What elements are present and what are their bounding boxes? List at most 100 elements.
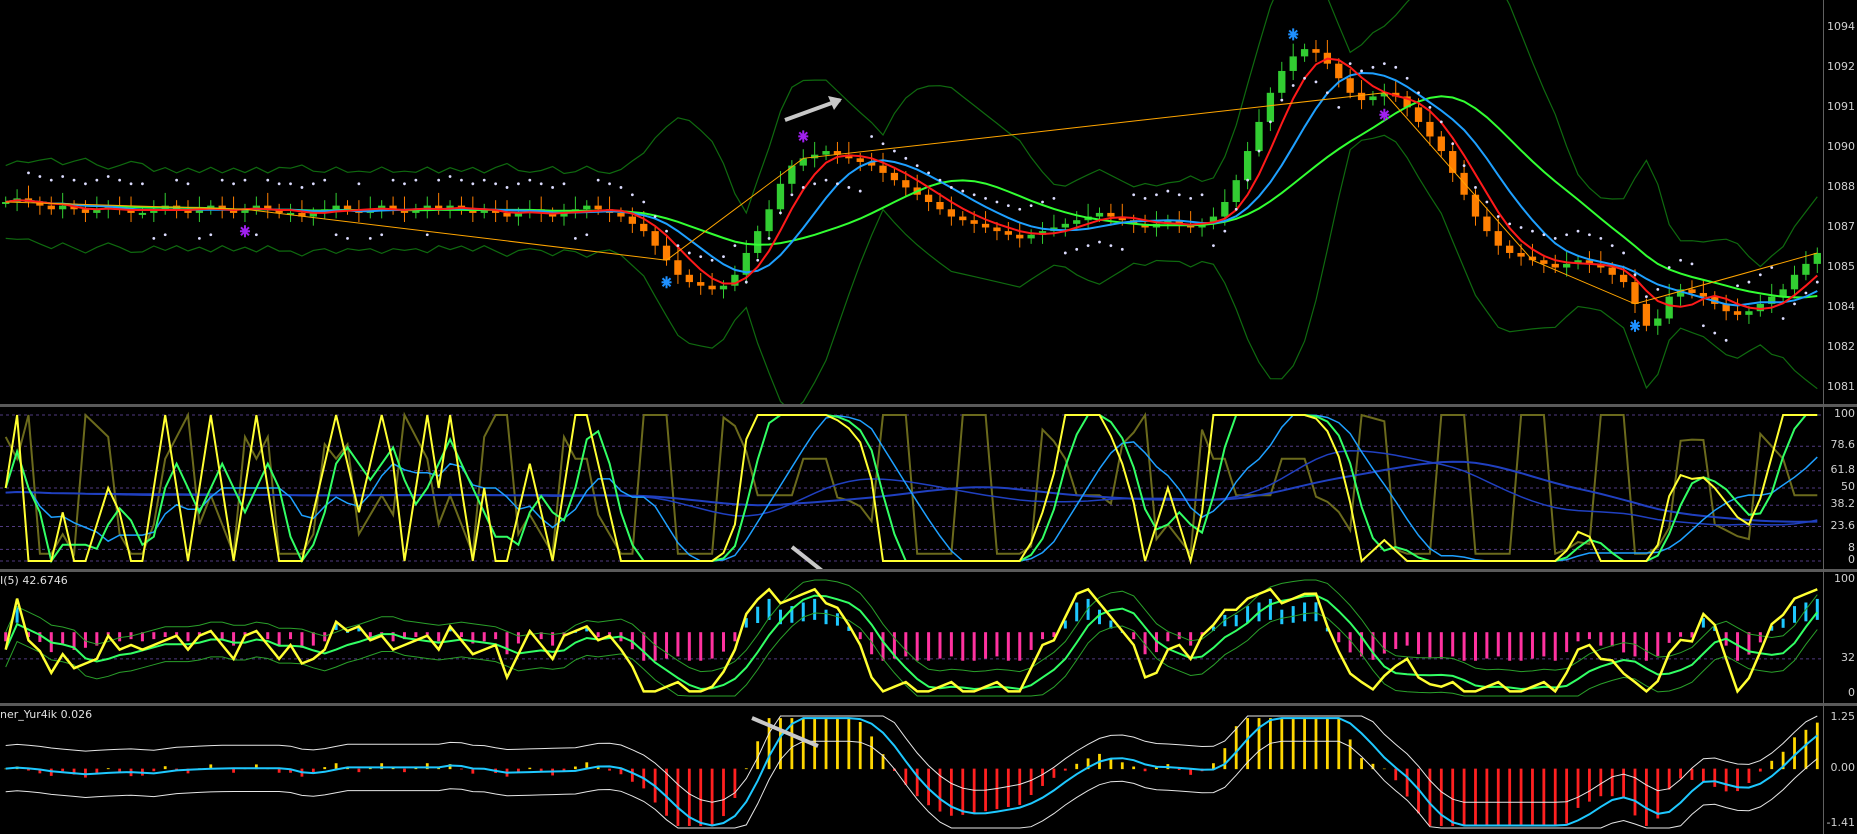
oscillator-pane[interactable]: ner_Yur4ik 0.026 1.25 0.00 -1.41	[0, 706, 1857, 834]
psar-dot	[562, 182, 566, 186]
psar-dot	[927, 171, 930, 175]
candle-body	[1300, 49, 1309, 57]
oscillator-histogram-bar	[1667, 768, 1671, 790]
oscillator-histogram-bar	[1143, 768, 1147, 772]
psar-dot	[311, 182, 315, 186]
rsi-histogram-bar	[1644, 632, 1648, 661]
psar-dot	[277, 182, 281, 186]
rsi-histogram-bar	[1804, 602, 1808, 622]
psar-dot	[676, 244, 680, 248]
psar-dot	[1531, 229, 1534, 233]
rsi-histogram-bar	[1576, 632, 1580, 642]
rsi-histogram-bar	[642, 632, 646, 661]
candle-body	[1562, 263, 1571, 268]
rsi-histogram-bar	[1280, 609, 1284, 625]
price-axis-tick: 1082	[1827, 340, 1855, 353]
psar-dot	[608, 182, 611, 186]
rsi-histogram-bar	[1781, 618, 1785, 628]
oscillator-histogram-bar	[1576, 768, 1580, 808]
candle-body	[799, 158, 807, 166]
psar-dot	[1223, 229, 1227, 233]
rsi-axis-tick: 100	[1834, 572, 1855, 585]
oscillator-histogram-bar	[961, 768, 965, 815]
rsi-histogram-bar	[289, 632, 293, 640]
rsi-histogram-bar	[277, 632, 281, 646]
candle-body	[1312, 49, 1320, 53]
rsi-histogram-bar	[1041, 632, 1045, 640]
oscillator-histogram-bar	[152, 768, 156, 772]
stoch-axis-tick: 61.8	[1830, 462, 1856, 476]
rsi-histogram-bar	[1667, 632, 1671, 643]
oscillator-histogram-bar	[1565, 768, 1569, 824]
psar-dot	[1576, 229, 1580, 233]
oscillator-upper-band-line	[5, 715, 1818, 803]
candle-body	[1266, 92, 1275, 122]
fractal-arrow-icon	[798, 130, 809, 143]
oscillator-histogram-bar	[972, 768, 976, 814]
oscillator-histogram-bar	[323, 767, 327, 770]
psar-dot	[209, 233, 213, 237]
psar-dot	[1006, 204, 1010, 208]
psar-dot	[938, 178, 942, 182]
rsi-histogram-bar	[1679, 632, 1683, 637]
lower-band-line	[5, 134, 1818, 404]
osc-axis-tick: 0.00	[1830, 760, 1856, 774]
annotation-arrow-icon	[790, 545, 824, 569]
oscillator-chart	[4, 715, 1819, 829]
oscillator-histogram-bar	[1679, 768, 1682, 779]
rsi-histogram-bar	[1268, 598, 1272, 620]
candle-body	[981, 223, 990, 228]
oscillator-histogram-bar	[403, 768, 406, 773]
psar-dot	[460, 178, 463, 182]
rsi-histogram-bar	[653, 632, 657, 661]
candle-body	[1631, 282, 1639, 304]
oscillator-histogram-bar	[1018, 768, 1022, 805]
oscillator-histogram-bar	[573, 766, 577, 770]
psar-dot	[141, 182, 144, 186]
psar-dot	[893, 149, 896, 153]
oscillator-histogram-bar	[1542, 768, 1546, 826]
oscillator-histogram-bar	[1325, 718, 1329, 770]
candle-body	[332, 205, 340, 210]
candle-body	[1414, 107, 1423, 122]
psar-dot	[391, 178, 395, 182]
psar-dot	[403, 182, 406, 186]
psar-dot	[1246, 178, 1250, 182]
candle-body	[1232, 180, 1240, 202]
stochastic-chart	[0, 411, 1823, 569]
psar-dot	[243, 178, 247, 182]
price-axis-tick: 1088	[1827, 180, 1855, 193]
price-pane[interactable]: 1094 1092 1091 1090 1088 1087 1085 1084 1082 1081	[0, 0, 1857, 404]
psar-dot	[779, 211, 782, 215]
candle-body	[1665, 296, 1673, 319]
rsi-histogram-bar	[1565, 632, 1569, 653]
psar-dot	[1212, 244, 1215, 248]
psar-dot	[368, 237, 372, 240]
psar-dot	[1736, 284, 1739, 288]
psar-dot	[573, 237, 577, 240]
oscillator-histogram-bar	[858, 722, 862, 770]
rsi-histogram-bar	[835, 613, 839, 626]
psar-dot	[106, 175, 110, 178]
candle-body	[1004, 231, 1012, 235]
candle-body	[970, 220, 978, 224]
oscillator-histogram-bar	[1553, 768, 1557, 826]
oscillator-histogram-bar	[1029, 768, 1033, 795]
osc-axis-tick: 1.25	[1830, 710, 1856, 723]
psar-dot	[539, 182, 543, 186]
rsi-pane[interactable]: I(5) 42.6746 100 32 0	[0, 572, 1857, 703]
candle-body	[1619, 274, 1628, 283]
oscillator-histogram-bar	[1041, 768, 1044, 786]
psar-dot	[687, 251, 691, 255]
price-axis-tick: 1092	[1827, 60, 1855, 73]
candle-body	[503, 212, 511, 217]
psar-dot	[505, 186, 509, 189]
stochastic-pane[interactable]: 100 78.6 61.8 50 38.2 23.6 8 0	[0, 407, 1857, 569]
candle-body	[856, 158, 864, 162]
psar-dot	[1815, 280, 1819, 284]
oscillator-histogram-bar	[1280, 718, 1284, 770]
oscillator-histogram-bar	[528, 767, 532, 770]
candle-body	[993, 227, 1001, 232]
psar-dot	[38, 175, 42, 178]
candle-body	[1494, 231, 1502, 246]
